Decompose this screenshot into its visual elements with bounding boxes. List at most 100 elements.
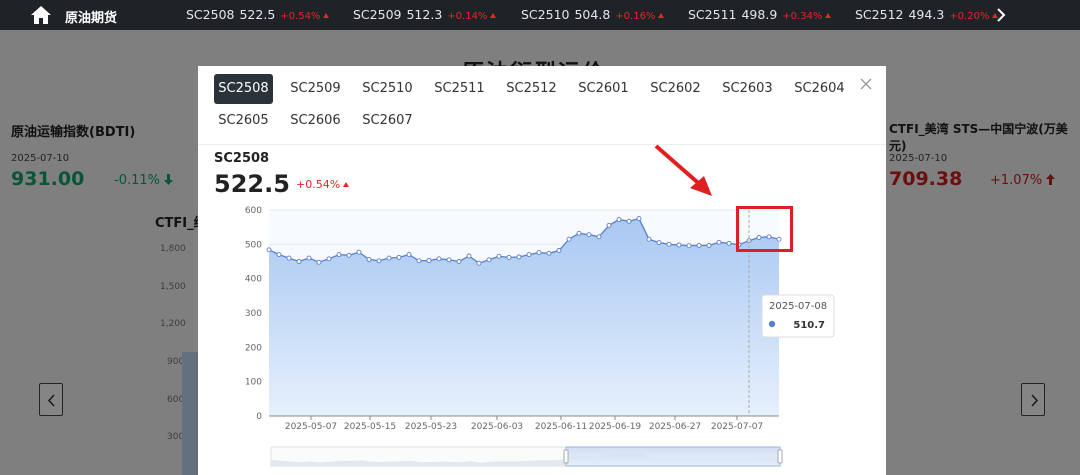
data-point <box>576 230 582 236</box>
data-point <box>406 252 412 258</box>
ticker-change: +0.16% <box>615 11 656 22</box>
data-point <box>726 240 732 246</box>
data-point <box>476 260 482 266</box>
data-point <box>616 217 622 223</box>
y-tick-label: 600 <box>245 206 262 216</box>
up-arrow-icon <box>323 13 330 18</box>
data-point <box>586 232 592 238</box>
tab-sc2604[interactable]: SC2604 <box>790 74 849 104</box>
data-point <box>666 241 672 247</box>
annotation-arrow-icon <box>654 144 712 196</box>
up-arrow-icon <box>658 13 665 18</box>
data-point <box>456 259 462 264</box>
data-point <box>546 250 552 256</box>
data-point <box>526 252 532 258</box>
x-tick-label: 2025-05-23 <box>405 422 457 432</box>
data-point <box>386 255 392 261</box>
ticker-change: +0.34% <box>782 11 823 22</box>
data-point <box>326 256 332 262</box>
tab-sc2512[interactable]: SC2512 <box>502 74 561 104</box>
tab-sc2602[interactable]: SC2602 <box>646 74 705 104</box>
tooltip-date: 2025-07-08 <box>769 301 827 312</box>
contract-price: 522.5 <box>214 170 290 198</box>
data-point <box>516 254 522 260</box>
tab-sc2510[interactable]: SC2510 <box>358 74 417 104</box>
y-tick-label: 300 <box>245 309 262 319</box>
data-point <box>676 242 682 248</box>
ticker-price: 504.8 <box>574 7 611 22</box>
price-line <box>268 217 780 264</box>
x-tick-label: 2025-07-07 <box>711 422 763 432</box>
data-point <box>646 236 652 242</box>
data-point <box>566 236 572 242</box>
data-point <box>656 240 662 246</box>
ticker-price: 512.3 <box>406 7 443 22</box>
annotation-highlight-box <box>736 206 793 252</box>
brand-title[interactable]: 原油期货 <box>65 7 117 26</box>
up-arrow-icon <box>825 13 832 18</box>
close-icon[interactable] <box>860 78 872 90</box>
divider <box>198 144 886 145</box>
data-point <box>556 248 562 253</box>
tab-sc2605[interactable]: SC2605 <box>214 106 273 136</box>
tab-sc2603[interactable]: SC2603 <box>718 74 777 104</box>
data-point <box>436 256 442 262</box>
ticker-name: SC2510 <box>521 7 570 22</box>
home-icon[interactable] <box>30 5 52 25</box>
data-point <box>296 259 302 264</box>
ticker-item[interactable]: SC2508 522.5 +0.54% <box>186 7 330 22</box>
x-tick-label: 2025-05-07 <box>285 422 337 432</box>
ticker-name: SC2511 <box>688 7 737 22</box>
x-tick-label: 2025-06-11 <box>535 422 587 432</box>
tooltip-marker <box>768 320 776 328</box>
tab-sc2509[interactable]: SC2509 <box>286 74 345 104</box>
data-point <box>446 257 452 263</box>
x-tick-label: 2025-06-27 <box>649 422 701 432</box>
ticker-item[interactable]: SC2511 498.9 +0.34% <box>688 7 832 22</box>
ticker-price: 494.3 <box>908 7 945 22</box>
ticker-price: 498.9 <box>741 7 778 22</box>
data-point <box>706 242 712 248</box>
data-point <box>686 243 692 249</box>
ticker-item[interactable]: SC2512 494.3 +0.20% <box>855 7 999 22</box>
x-tick-label: 2025-06-03 <box>471 422 523 432</box>
zoom-handle-left[interactable] <box>563 449 569 464</box>
plot-background <box>269 210 779 416</box>
data-point <box>696 242 702 248</box>
x-tick-label: 2025-06-19 <box>589 422 642 432</box>
ticker-change: +0.54% <box>280 11 321 22</box>
chevron-right-icon[interactable] <box>996 8 1006 22</box>
data-point <box>626 218 632 224</box>
y-tick-label: 100 <box>245 378 262 388</box>
data-point <box>596 234 602 240</box>
data-point <box>506 254 512 260</box>
data-point <box>376 258 382 264</box>
data-point <box>346 252 352 258</box>
y-tick-label: 500 <box>245 240 262 250</box>
ticker-item[interactable]: SC2510 504.8 +0.16% <box>521 7 665 22</box>
data-point <box>336 252 342 258</box>
zoom-slider-window <box>565 446 781 467</box>
ticker-change: +0.14% <box>447 11 488 22</box>
y-tick-label: 200 <box>245 343 262 353</box>
tab-sc2606[interactable]: SC2606 <box>286 106 345 136</box>
zoom-handle-right[interactable] <box>777 449 783 464</box>
tab-sc2601[interactable]: SC2601 <box>574 74 633 104</box>
tooltip-box <box>761 294 835 338</box>
tab-sc2607[interactable]: SC2607 <box>358 106 417 136</box>
x-tick-label: 2025-05-15 <box>344 422 396 432</box>
y-tick-label: 400 <box>245 275 262 285</box>
ticker-item[interactable]: SC2509 512.3 +0.14% <box>353 7 497 22</box>
contract-change-text: +0.54% <box>296 178 341 191</box>
data-point <box>306 255 312 261</box>
tab-sc2508[interactable]: SC2508 <box>214 74 273 104</box>
data-point <box>716 239 722 245</box>
data-point <box>286 255 292 261</box>
contract-name: SC2508 <box>214 151 270 166</box>
data-point <box>606 222 612 228</box>
up-arrow-icon <box>490 13 497 18</box>
data-point <box>356 249 362 255</box>
data-point <box>276 252 282 258</box>
ticker-change: +0.20% <box>949 11 990 22</box>
tab-sc2511[interactable]: SC2511 <box>430 74 489 104</box>
